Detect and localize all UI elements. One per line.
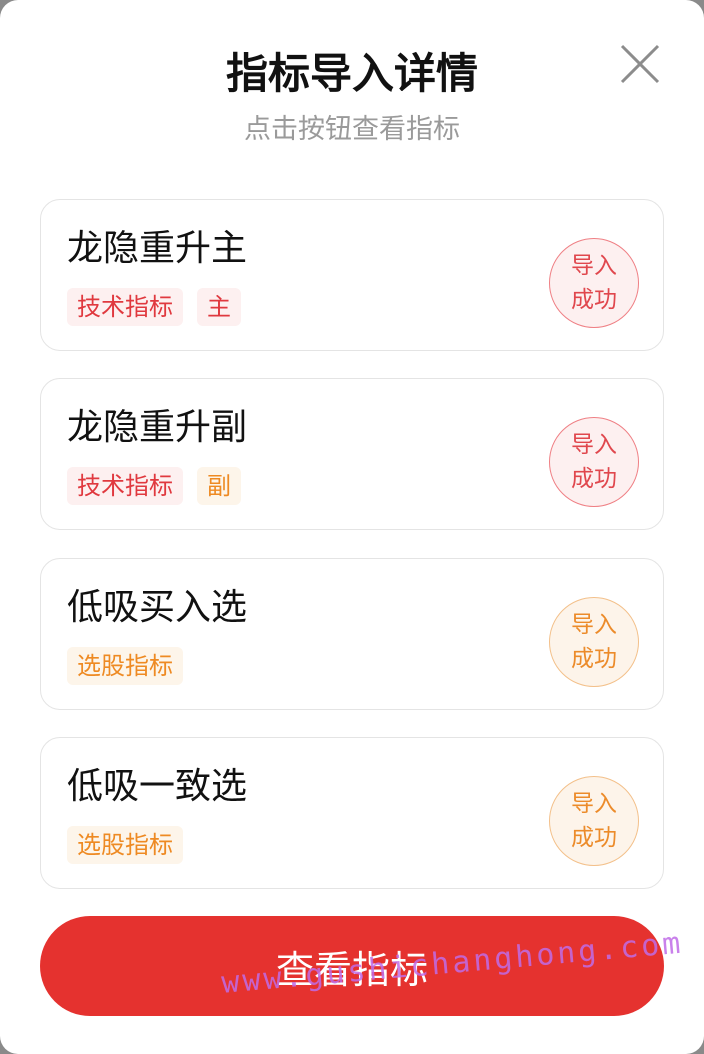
indicator-name: 龙隐重升副 <box>67 407 248 448</box>
indicator-name: 低吸一致选 <box>67 766 248 807</box>
dialog-subtitle: 点击按钮查看指标 <box>244 114 460 145</box>
tag-list: 选股指标 <box>67 647 183 685</box>
stamp-line2: 成功 <box>571 646 617 672</box>
tag-list: 选股指标 <box>67 826 183 864</box>
import-success-stamp: 导入 成功 <box>549 417 639 507</box>
indicator-name: 龙隐重升主 <box>67 228 248 269</box>
indicator-card: 低吸一致选 选股指标 导入 成功 <box>40 737 664 889</box>
import-success-stamp: 导入 成功 <box>549 776 639 866</box>
type-tag: 选股指标 <box>67 647 183 685</box>
tag-list: 技术指标 副 <box>67 467 241 505</box>
import-details-dialog: 指标导入详情 点击按钮查看指标 龙隐重升主 技术指标 主 导入 成功 龙隐重升副… <box>0 0 704 1054</box>
import-success-stamp: 导入 成功 <box>549 597 639 687</box>
indicator-name: 低吸买入选 <box>67 587 248 628</box>
stamp-line1: 导入 <box>571 432 617 458</box>
stamp-line2: 成功 <box>571 287 617 313</box>
tag-list: 技术指标 主 <box>67 288 241 326</box>
stamp-line1: 导入 <box>571 253 617 279</box>
indicator-card: 低吸买入选 选股指标 导入 成功 <box>40 558 664 710</box>
indicator-card: 龙隐重升副 技术指标 副 导入 成功 <box>40 378 664 530</box>
type-tag: 技术指标 <box>67 467 183 505</box>
role-tag: 主 <box>197 288 241 326</box>
stamp-line2: 成功 <box>571 825 617 851</box>
import-success-stamp: 导入 成功 <box>549 238 639 328</box>
stamp-line2: 成功 <box>571 466 617 492</box>
indicator-card: 龙隐重升主 技术指标 主 导入 成功 <box>40 199 664 351</box>
stamp-line1: 导入 <box>571 791 617 817</box>
stamp-line1: 导入 <box>571 612 617 638</box>
type-tag: 技术指标 <box>67 288 183 326</box>
type-tag: 选股指标 <box>67 826 183 864</box>
dialog-title: 指标导入详情 <box>225 49 478 98</box>
role-tag: 副 <box>197 467 241 505</box>
